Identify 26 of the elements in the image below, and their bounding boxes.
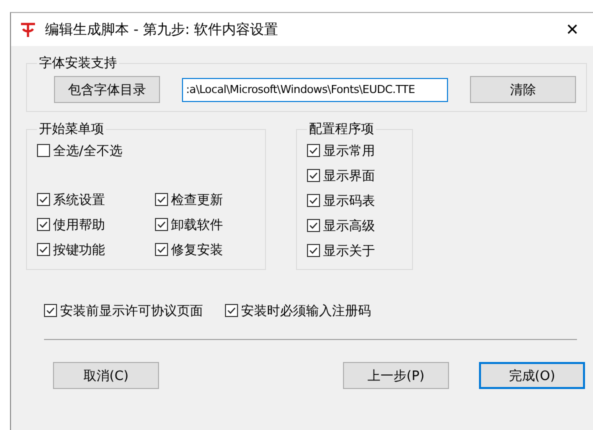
window-title: 编辑生成脚本 - 第九步: 软件内容设置	[45, 20, 280, 38]
checkbox[interactable]: 卸载软件	[155, 212, 255, 237]
checkbox[interactable]: 按键功能	[37, 237, 155, 262]
checkbox[interactable]: 显示码表	[307, 188, 402, 213]
app-logo-icon	[19, 20, 37, 38]
path-field[interactable]: :a\Local\Microsoft\Windows\Fonts\EUDC.TTE	[182, 78, 448, 102]
checkbox[interactable]: 安装前显示许可协议页面	[44, 298, 203, 323]
checkbox[interactable]: 安装时必须输入注册码	[225, 298, 371, 323]
checkbox[interactable]: 显示常用	[307, 138, 402, 163]
checkbox[interactable]: 修复安装	[155, 237, 255, 262]
add-folder-button[interactable]: 包含字体目录	[54, 76, 160, 103]
group-title: 字体安装支持	[38, 55, 118, 72]
checkbox[interactable]: 全选/全不选	[37, 138, 255, 163]
checkbox[interactable]: 显示高级	[307, 213, 402, 238]
close-icon[interactable]: ✕	[560, 20, 585, 39]
dialog-button[interactable]: 上一步(P)	[343, 362, 449, 389]
group-title: 开始菜单项	[38, 121, 105, 138]
checkbox[interactable]: 系统设置	[37, 187, 155, 212]
checkbox[interactable]: 检查更新	[155, 187, 255, 212]
dialog-button[interactable]: 取消(C)	[53, 362, 159, 389]
checkbox[interactable]: 使用帮助	[37, 212, 155, 237]
checkbox[interactable]: 显示界面	[307, 163, 402, 188]
clear-button[interactable]: 清除	[470, 76, 576, 103]
dialog-button[interactable]: 完成(O)	[479, 362, 585, 389]
checkbox[interactable]: 显示关于	[307, 238, 402, 263]
group-title: 配置程序项	[308, 121, 375, 138]
